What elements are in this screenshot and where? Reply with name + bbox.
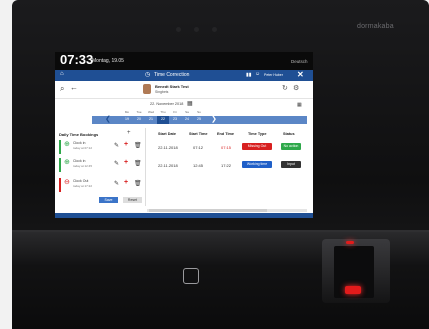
trash-icon[interactable]: 🗑: [134, 160, 142, 167]
weekday-label: Mo: [124, 110, 130, 114]
pencil-icon[interactable]: ✎: [114, 180, 119, 187]
cell-end-time: 17:22: [221, 163, 232, 168]
booking-label: Clock Out: [73, 179, 89, 183]
cell-start-time: 12:45: [193, 163, 204, 168]
column-header: End Time: [217, 132, 235, 136]
day-cell[interactable]: 22: [157, 117, 169, 121]
touch-screen[interactable]: 07:33 Montag, 19.05 Deutsch ⌂ ◷ Time Cor…: [55, 52, 313, 218]
clock-in-icon: ⊕: [64, 141, 70, 148]
calendar-icon[interactable]: ▦: [297, 102, 302, 108]
person-subtitle: Singbeis: [155, 90, 169, 94]
column-header: Status: [283, 132, 295, 136]
back-arrow-icon[interactable]: ←: [70, 83, 78, 92]
booking-time: today at 17:22: [73, 184, 93, 188]
cell-start-time: 07:12: [193, 145, 204, 150]
panel-divider: [145, 128, 146, 206]
weekday-label: Fri: [173, 110, 177, 114]
divider: [55, 98, 313, 99]
cell-end-time: 07:15: [221, 145, 232, 150]
plus-icon[interactable]: +: [124, 179, 128, 186]
save-button[interactable]: Save: [99, 197, 118, 203]
sensor-dot: [176, 27, 181, 32]
title-bar: ⌂ ◷ Time Correction ▮▮ ☺ Peter Huber ✕: [55, 70, 313, 81]
reader-light: [346, 241, 354, 244]
app-title: Time Correction: [154, 72, 190, 78]
booking-item[interactable]: ⊖ Clock Out today at 17:22 ✎ + 🗑: [59, 178, 143, 192]
person-name: Benedt Stark Test: [155, 84, 189, 89]
plus-icon[interactable]: +: [124, 141, 128, 148]
column-header: Start Time: [189, 132, 208, 136]
calendar-icon[interactable]: ▦: [187, 100, 193, 107]
trash-icon[interactable]: 🗑: [134, 180, 142, 187]
cell-start-date: 22.11.2018: [158, 163, 178, 168]
toolbar: ⌕ ← Benedt Stark Test Singbeis ↻ ⚙: [55, 81, 313, 98]
weekday-label: Tue: [136, 110, 142, 114]
status-badge: No action: [281, 143, 301, 150]
weekday-label: Su: [197, 110, 201, 114]
sensor-dot: [194, 27, 199, 32]
clock-out-icon: ⊖: [64, 179, 70, 186]
booking-label: Clock in: [73, 141, 86, 145]
weekday-label: Thu: [160, 110, 166, 114]
sensor-dot: [212, 27, 217, 32]
brand-logo: dormakaba: [357, 23, 394, 30]
booking-color-bar: [59, 158, 61, 172]
calendar-date: 22. November 2018: [150, 102, 184, 106]
booking-time: today at 12:45: [73, 164, 93, 168]
pencil-icon[interactable]: ✎: [114, 142, 119, 149]
user-name: Peter Huber: [264, 73, 283, 77]
language-selector[interactable]: Deutsch: [291, 59, 308, 64]
plus-icon[interactable]: +: [124, 159, 128, 166]
column-header: Start Date: [158, 132, 176, 136]
refresh-icon[interactable]: ↻: [282, 84, 288, 92]
day-cell[interactable]: 20: [133, 117, 145, 121]
day-cell[interactable]: 25: [193, 117, 205, 121]
day-cell[interactable]: 24: [181, 117, 193, 121]
clock-icon: ◷: [145, 72, 151, 78]
clock-time: 07:33: [60, 52, 94, 67]
weekday-label: Sa: [185, 110, 189, 114]
avatar: [143, 84, 151, 94]
trash-icon[interactable]: 🗑: [134, 142, 142, 149]
home-button[interactable]: [183, 268, 199, 284]
clock-date: Montag, 19.05: [92, 58, 124, 64]
chevron-right-icon[interactable]: ❯: [211, 115, 217, 123]
day-cell[interactable]: 23: [169, 117, 181, 121]
footer-bar: [55, 213, 313, 218]
day-cell[interactable]: 21: [145, 117, 157, 121]
day-cell[interactable]: 19: [121, 117, 133, 121]
gear-icon[interactable]: ⚙: [293, 84, 299, 92]
scrollbar-thumb[interactable]: [149, 209, 267, 212]
weekday-label: Wed: [147, 110, 155, 114]
time-type-badge: Missing Out: [242, 143, 272, 150]
booking-item[interactable]: ⊕ Clock in today at 12:45 ✎ + 🗑: [59, 158, 143, 172]
booking-time: today at 07:12: [73, 146, 93, 150]
booking-label: Clock in: [73, 159, 86, 163]
reset-button[interactable]: Reset: [123, 197, 142, 203]
time-correction-app: ⌂ ◷ Time Correction ▮▮ ☺ Peter Huber ✕ ⌕…: [55, 70, 313, 218]
clock-in-icon: ⊕: [64, 159, 70, 166]
add-booking-icon[interactable]: +: [127, 130, 131, 136]
column-header: Time Type: [248, 132, 267, 136]
booking-item[interactable]: ⊕ Clock in today at 07:12 ✎ + 🗑: [59, 140, 143, 154]
time-type-badge: Working time: [242, 161, 272, 168]
chevron-left-icon[interactable]: ❮: [105, 115, 111, 123]
booking-color-bar: [59, 178, 61, 192]
user-icon: ☺: [255, 71, 261, 77]
bookings-title: Daily Time Bookings: [59, 132, 99, 137]
cell-start-date: 22.11.2018: [158, 145, 178, 150]
flag-icon: ▮▮: [246, 72, 252, 78]
status-badge: Input: [281, 161, 301, 168]
close-icon[interactable]: ✕: [297, 70, 304, 79]
pencil-icon[interactable]: ✎: [114, 160, 119, 167]
search-icon[interactable]: ⌕: [60, 84, 64, 94]
status-bar: 07:33 Montag, 19.05 Deutsch: [55, 52, 313, 70]
home-icon[interactable]: ⌂: [60, 71, 64, 77]
booking-color-bar: [59, 140, 61, 154]
reader-light: [345, 286, 361, 294]
